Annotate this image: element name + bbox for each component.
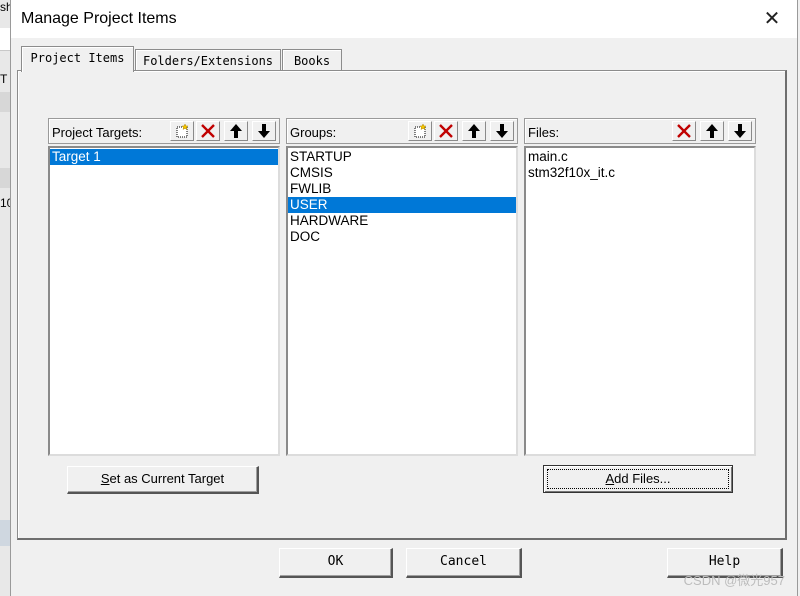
move-file-up-button[interactable]: [700, 121, 724, 141]
list-item[interactable]: DOC: [288, 229, 516, 245]
groups-header: Groups:: [286, 118, 518, 144]
list-item-text: DOC: [290, 229, 320, 244]
tab-label: Folders/Extensions: [142, 54, 274, 68]
list-item[interactable]: main.c: [526, 149, 754, 165]
title-bar: Manage Project Items ✕: [11, 0, 797, 38]
background-band: [0, 168, 10, 188]
list-item[interactable]: Target 1: [50, 149, 278, 165]
tab-label: Project Items: [30, 51, 125, 65]
delete-icon: [677, 124, 691, 138]
manage-project-items-dialog: Manage Project Items ✕ Project Items Fol…: [10, 0, 798, 596]
move-up-icon: [230, 124, 242, 138]
project-items-panel: Project Targets: Target 1 Groups: STARTU…: [17, 70, 787, 540]
background-text-fragment: T: [0, 72, 8, 86]
files-pane: Files: main.c stm32f10x_it.c: [524, 118, 756, 460]
list-item[interactable]: stm32f10x_it.c: [526, 165, 754, 181]
project-targets-label: Project Targets:: [52, 125, 143, 140]
list-item-text: STARTUP: [290, 149, 352, 164]
groups-label: Groups:: [290, 125, 337, 140]
list-item[interactable]: FWLIB: [288, 181, 516, 197]
delete-group-button[interactable]: [434, 121, 458, 141]
focus-rectangle: [547, 469, 729, 489]
list-item-text: Target 1: [52, 149, 101, 164]
files-list[interactable]: main.c stm32f10x_it.c: [524, 146, 756, 456]
move-down-icon: [496, 124, 508, 138]
list-item-text: HARDWARE: [290, 213, 369, 228]
ok-label: OK: [327, 554, 344, 569]
project-targets-pane: Project Targets: Target 1: [48, 118, 280, 460]
dialog-title: Manage Project Items: [21, 10, 177, 27]
move-up-icon: [706, 124, 718, 138]
watermark-text: CSDN @微光957: [683, 573, 785, 588]
project-targets-header: Project Targets:: [48, 118, 280, 144]
new-item-icon: [176, 123, 189, 138]
move-down-icon: [734, 124, 746, 138]
move-up-icon: [468, 124, 480, 138]
set-current-target-label: Set as Current Target: [100, 471, 225, 486]
new-target-button[interactable]: [170, 121, 194, 141]
list-item[interactable]: CMSIS: [288, 165, 516, 181]
background-band: [0, 92, 10, 112]
move-target-up-button[interactable]: [224, 121, 248, 141]
groups-pane: Groups: STARTUP CMSIS FWLIB USER HARDWAR…: [286, 118, 518, 460]
list-item-text: main.c: [528, 149, 568, 164]
cancel-button[interactable]: Cancel: [406, 548, 522, 578]
background-band: [0, 520, 10, 546]
project-targets-list[interactable]: Target 1: [48, 146, 280, 456]
new-item-icon: [414, 123, 427, 138]
add-files-button[interactable]: Add Files...: [543, 465, 733, 493]
list-item-text: FWLIB: [290, 181, 332, 196]
set-current-target-button[interactable]: Set as Current Target: [67, 466, 259, 494]
tab-project-items[interactable]: Project Items: [21, 46, 134, 72]
ok-button[interactable]: OK: [279, 548, 393, 578]
background-app-edge: sh T 10: [0, 0, 13, 596]
move-file-down-button[interactable]: [728, 121, 752, 141]
tab-label: Books: [293, 54, 331, 68]
delete-file-button[interactable]: [672, 121, 696, 141]
files-header: Files:: [524, 118, 756, 144]
new-group-button[interactable]: [408, 121, 432, 141]
move-target-down-button[interactable]: [252, 121, 276, 141]
delete-target-button[interactable]: [196, 121, 220, 141]
list-item[interactable]: STARTUP: [288, 149, 516, 165]
list-item[interactable]: USER: [288, 197, 516, 213]
list-item[interactable]: HARDWARE: [288, 213, 516, 229]
close-icon[interactable]: ✕: [759, 6, 785, 32]
tab-folders-extensions[interactable]: Folders/Extensions: [135, 49, 281, 71]
move-down-icon: [258, 124, 270, 138]
list-item-text: CMSIS: [290, 165, 333, 180]
list-item-text: stm32f10x_it.c: [528, 165, 616, 180]
move-group-up-button[interactable]: [462, 121, 486, 141]
groups-list[interactable]: STARTUP CMSIS FWLIB USER HARDWARE DOC: [286, 146, 518, 456]
cancel-label: Cancel: [440, 554, 487, 569]
tab-books[interactable]: Books: [282, 49, 342, 71]
background-field: [0, 28, 10, 51]
help-label: Help: [708, 554, 741, 569]
delete-icon: [201, 124, 215, 138]
list-item-text: USER: [290, 197, 328, 212]
move-group-down-button[interactable]: [490, 121, 514, 141]
files-label: Files:: [528, 125, 560, 140]
delete-icon: [439, 124, 453, 138]
